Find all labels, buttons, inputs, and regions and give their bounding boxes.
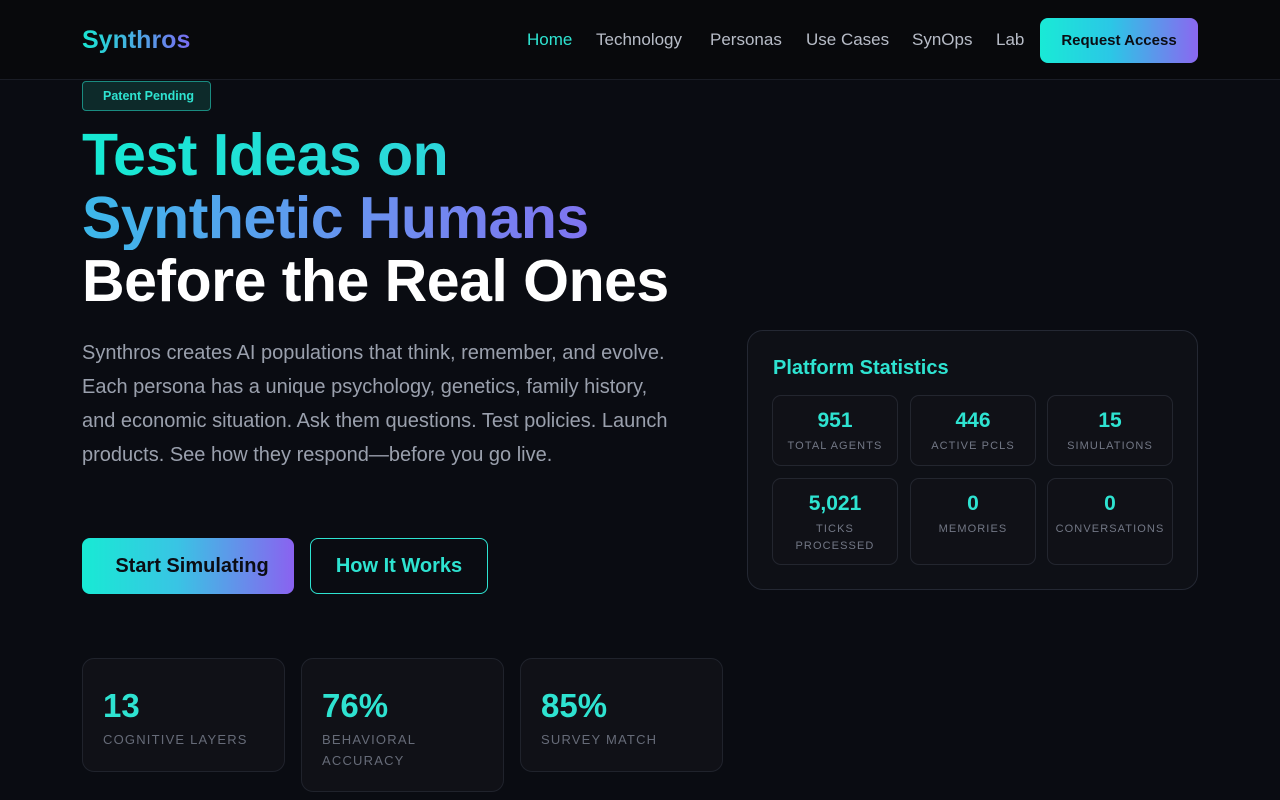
nav-link-technology[interactable]: Technology xyxy=(596,28,682,52)
headline-line-1: Test Ideas on xyxy=(82,124,722,187)
nav-link-personas[interactable]: Personas xyxy=(710,28,782,52)
stat-conversations: 0 Conversations xyxy=(1047,478,1173,565)
hero-headline: Test Ideas on Synthetic Humans Before th… xyxy=(82,124,722,313)
stat-value: 5,021 xyxy=(808,492,862,515)
metric-card-survey-match: 85% Survey Match xyxy=(520,658,723,772)
stat-value: 15 xyxy=(1098,409,1122,432)
stat-total-agents: 951 Total Agents xyxy=(772,395,898,466)
stat-value: 0 xyxy=(1104,492,1116,515)
stat-label: Total Agents xyxy=(787,440,883,452)
stat-value: 0 xyxy=(967,492,979,515)
start-simulating-label: Start Simulating xyxy=(115,554,269,577)
stat-simulations: 15 Simulations xyxy=(1047,395,1173,466)
request-access-button[interactable]: Request Access xyxy=(1040,18,1198,63)
metric-card-behavioral-accuracy: 76% Behavioral Accuracy xyxy=(301,658,504,792)
metric-value: 85% xyxy=(541,687,608,724)
stat-label: Conversations xyxy=(1055,523,1165,535)
stat-active-pcls: 446 Active PCLs xyxy=(910,395,1036,466)
metric-label: Survey Match xyxy=(541,732,658,747)
stat-value: 951 xyxy=(817,409,853,432)
stat-label: Memories xyxy=(938,523,1008,535)
how-it-works-button[interactable]: How It Works xyxy=(310,538,488,594)
platform-statistics-title: Platform Statistics xyxy=(773,355,949,381)
nav-link-lab[interactable]: Lab xyxy=(996,28,1024,52)
stat-label: Active PCLs xyxy=(931,440,1015,452)
stat-label: Ticks Processed xyxy=(795,523,875,552)
nav-link-home[interactable]: Home xyxy=(527,28,572,52)
stat-value: 446 xyxy=(955,409,991,432)
platform-statistics-label: Platform Statistics xyxy=(773,357,949,379)
metric-card-cognitive-layers: 13 Cognitive Layers xyxy=(82,658,285,772)
headline-line-2: Synthetic Humans xyxy=(82,187,722,250)
metric-value: 13 xyxy=(103,687,140,724)
metric-value: 76% xyxy=(322,687,389,724)
stat-memories: 0 Memories xyxy=(910,478,1036,565)
metric-label: Behavioral Accuracy xyxy=(322,732,416,768)
headline-line-3: Before the Real Ones xyxy=(82,248,669,314)
stat-label: Simulations xyxy=(1067,440,1153,452)
patent-pending-badge: Patent Pending xyxy=(82,81,211,111)
nav-link-use-cases[interactable]: Use Cases xyxy=(806,28,889,52)
badge-label: Patent Pending xyxy=(103,89,194,103)
top-navbar: Synthros Home Technology Personas Use Ca… xyxy=(0,0,1280,80)
platform-statistics-panel: Platform Statistics 951 Total Agents 446… xyxy=(747,330,1198,590)
nav-link-synops[interactable]: SynOps xyxy=(912,28,972,52)
metric-label: Cognitive Layers xyxy=(103,732,248,747)
hero-description: Synthros creates AI populations that thi… xyxy=(82,342,668,466)
start-simulating-button[interactable]: Start Simulating xyxy=(82,538,294,594)
stat-ticks-processed: 5,021 Ticks Processed xyxy=(772,478,898,565)
